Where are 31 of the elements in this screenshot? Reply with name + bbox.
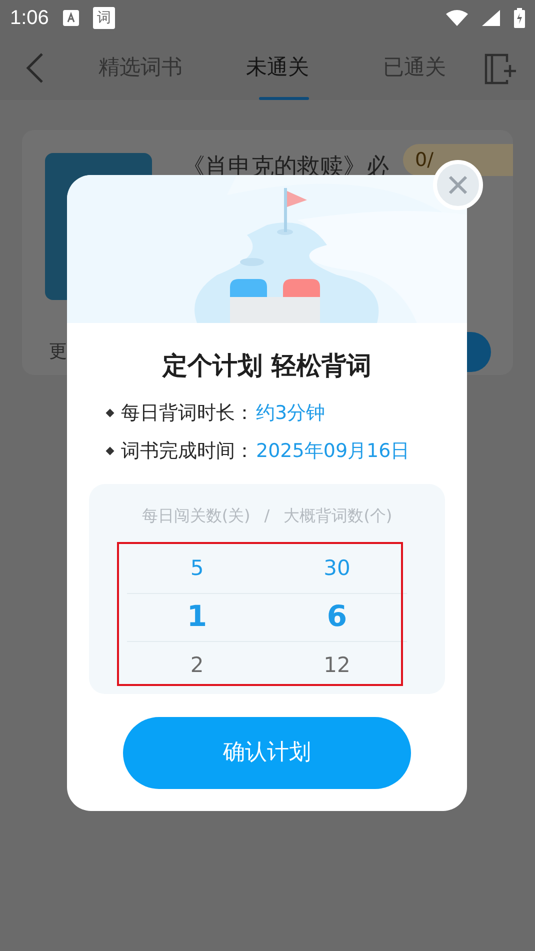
levels-value: 1 [186,598,208,636]
info-value: 2025年09月16日 [256,439,410,464]
header-separator: / [264,504,270,526]
picker-row[interactable]: 5 30 [127,546,407,594]
bullet-icon [106,447,114,456]
levels-value: 5 [189,555,205,582]
levels-value: 2 [189,652,205,679]
status-time: 1:06 [10,6,49,31]
tab[interactable]: 未通关 [209,36,346,100]
add-book-icon[interactable] [483,52,517,86]
signal-icon [482,10,500,26]
info-label: 词书完成时间： [121,439,254,464]
words-value: 30 [322,555,352,582]
info-value: 约3分钟 [256,400,326,426]
wifi-icon [446,10,468,26]
close-icon [448,175,468,195]
picker-row[interactable]: 1 6 [127,594,407,642]
picker-header: 大概背词数(个) [284,504,392,526]
bullet-icon [106,408,114,417]
more-label: 更 [49,340,67,364]
battery-icon [514,8,525,28]
words-value: 6 [326,598,348,636]
words-value: 12 [322,652,352,679]
app-badge: 词 [92,7,115,29]
confirm-button[interactable]: 确认计划 [123,716,411,788]
info-label: 每日背词时长： [121,400,254,426]
picker-row[interactable]: 2 12 [127,642,407,690]
picker-header: 每日闯关数(关) [142,504,250,526]
dialog-title: 定个计划 轻松背词 [162,350,372,382]
back-icon[interactable] [26,52,44,84]
translate-icon [62,10,79,26]
